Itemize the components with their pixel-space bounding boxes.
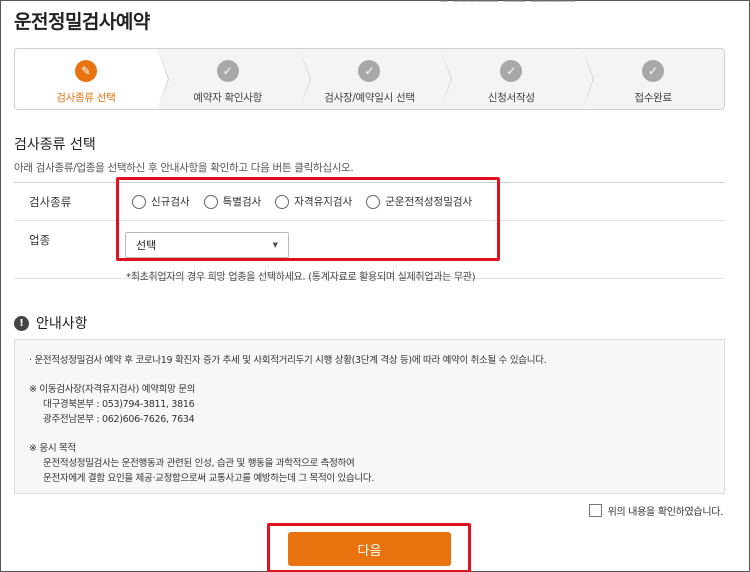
step-application-form: ✓ 신청서작성 [440, 49, 595, 109]
test-type-row: 검사종류 신규검사 특별검사 자격유지검사 군운전적성정밀검사 [14, 183, 725, 221]
radio-circle-icon[interactable] [203, 194, 218, 209]
confirm-checkbox-row[interactable]: 위의 내용을 확인하였습니다. [588, 503, 724, 518]
info-purpose-2: 운전자에게 결함 요인을 제공·교정함으로써 교통사고를 예방하는데 그 목적이… [43, 473, 375, 484]
radio-label: 자격유지검사 [294, 196, 353, 208]
industry-select[interactable]: 선택 ▼ [125, 232, 289, 258]
industry-hint: *최초취업자의 경우 희망 업종을 선택하세요. (통계자료로 활용되며 실제취… [126, 272, 476, 283]
radio-label: 군운전적성정밀검사 [385, 196, 473, 208]
info-box: · 운전적성정밀검사 예약 후 코로나19 확진자 증가 추세 및 사회적거리두… [14, 339, 725, 494]
confirm-label: 위의 내용을 확인하였습니다. [607, 507, 724, 518]
step-progress-bar: ✎ 검사종류 선택 ✓ 예약자 확인사항 ✓ 검사장/예약일시 선택 ✓ 신청서… [14, 48, 725, 110]
check-icon: ✓ [358, 60, 381, 82]
caret-down-icon: ▼ [272, 241, 278, 249]
radio-circle-icon[interactable] [275, 194, 290, 209]
radio-label: 신규검사 [151, 196, 190, 208]
radio-military-test[interactable]: 군운전적성정밀검사 [366, 194, 472, 209]
info-title: 안내사항 [36, 316, 88, 332]
section-title: 검사종류 선택 [14, 137, 96, 153]
radio-circle-icon[interactable] [366, 194, 381, 209]
info-contact-header: ※ 이동검사장(자격유지검사) 예약희망 문의 [29, 384, 196, 395]
step-label: 예약자 확인사항 [193, 92, 262, 104]
step-reservation-check: ✓ 예약자 확인사항 [157, 49, 311, 109]
confirm-checkbox[interactable] [588, 504, 602, 517]
top-cut-text: ─ ────── ─── ────── [441, 0, 741, 5]
test-type-label: 검사종류 [29, 194, 72, 209]
step-label: 검사종류 선택 [56, 92, 116, 104]
pencil-icon: ✎ [74, 60, 97, 82]
page-title: 운전정밀검사예약 [14, 11, 150, 33]
info-contact-1: 대구경북본부 : 053)794-3811, 3816 [43, 399, 195, 410]
step-label: 검사장/예약일시 선택 [324, 92, 415, 104]
radio-qualification-test[interactable]: 자격유지검사 [275, 194, 352, 209]
radio-circle-icon[interactable] [132, 194, 146, 209]
selection-form: 검사종류 신규검사 특별검사 자격유지검사 군운전적성정밀검사 업종 선택 ▼ [14, 182, 725, 279]
check-icon: ✓ [500, 60, 523, 82]
industry-select-value: 선택 [136, 239, 157, 252]
step-label: 신청서작성 [487, 92, 535, 104]
exclamation-icon: ! [14, 315, 29, 331]
info-purpose-header: ※ 응시 목적 [29, 443, 76, 454]
info-purpose-1: 운전적성정밀검사는 운전행동과 관련된 인성, 습관 및 행동을 과학적으로 측… [43, 458, 355, 469]
check-icon: ✓ [642, 60, 665, 82]
check-icon: ✓ [216, 60, 239, 82]
info-contact-2: 광주전남본부 : 062)606-7626, 7634 [43, 414, 195, 425]
next-button[interactable]: 다음 [288, 532, 451, 566]
info-line: · 운전적성정밀검사 예약 후 코로나19 확진자 증가 추세 및 사회적거리두… [29, 355, 547, 366]
radio-label: 특별검사 [222, 196, 262, 208]
step-site-datetime: ✓ 검사장/예약일시 선택 [299, 49, 453, 109]
section-description: 아래 검사종류/업종을 선택하신 후 안내사항을 확인하고 다음 버튼 클릭하십… [14, 162, 354, 174]
page-frame: ─ ────── ─── ────── 운전정밀검사예약 ✎ 검사종류 선택 ✓… [0, 0, 750, 572]
industry-label: 업종 [29, 233, 51, 247]
test-type-radio-group: 신규검사 특별검사 자격유지검사 군운전적성정밀검사 [114, 183, 472, 220]
step-label: 접수완료 [634, 92, 672, 104]
radio-new-test[interactable]: 신규검사 [132, 194, 190, 209]
info-heading: ! 안내사항 [14, 313, 88, 333]
step-complete: ✓ 접수완료 [582, 49, 724, 109]
radio-special-test[interactable]: 특별검사 [203, 194, 262, 209]
step-select-type: ✎ 검사종류 선택 [15, 49, 169, 109]
